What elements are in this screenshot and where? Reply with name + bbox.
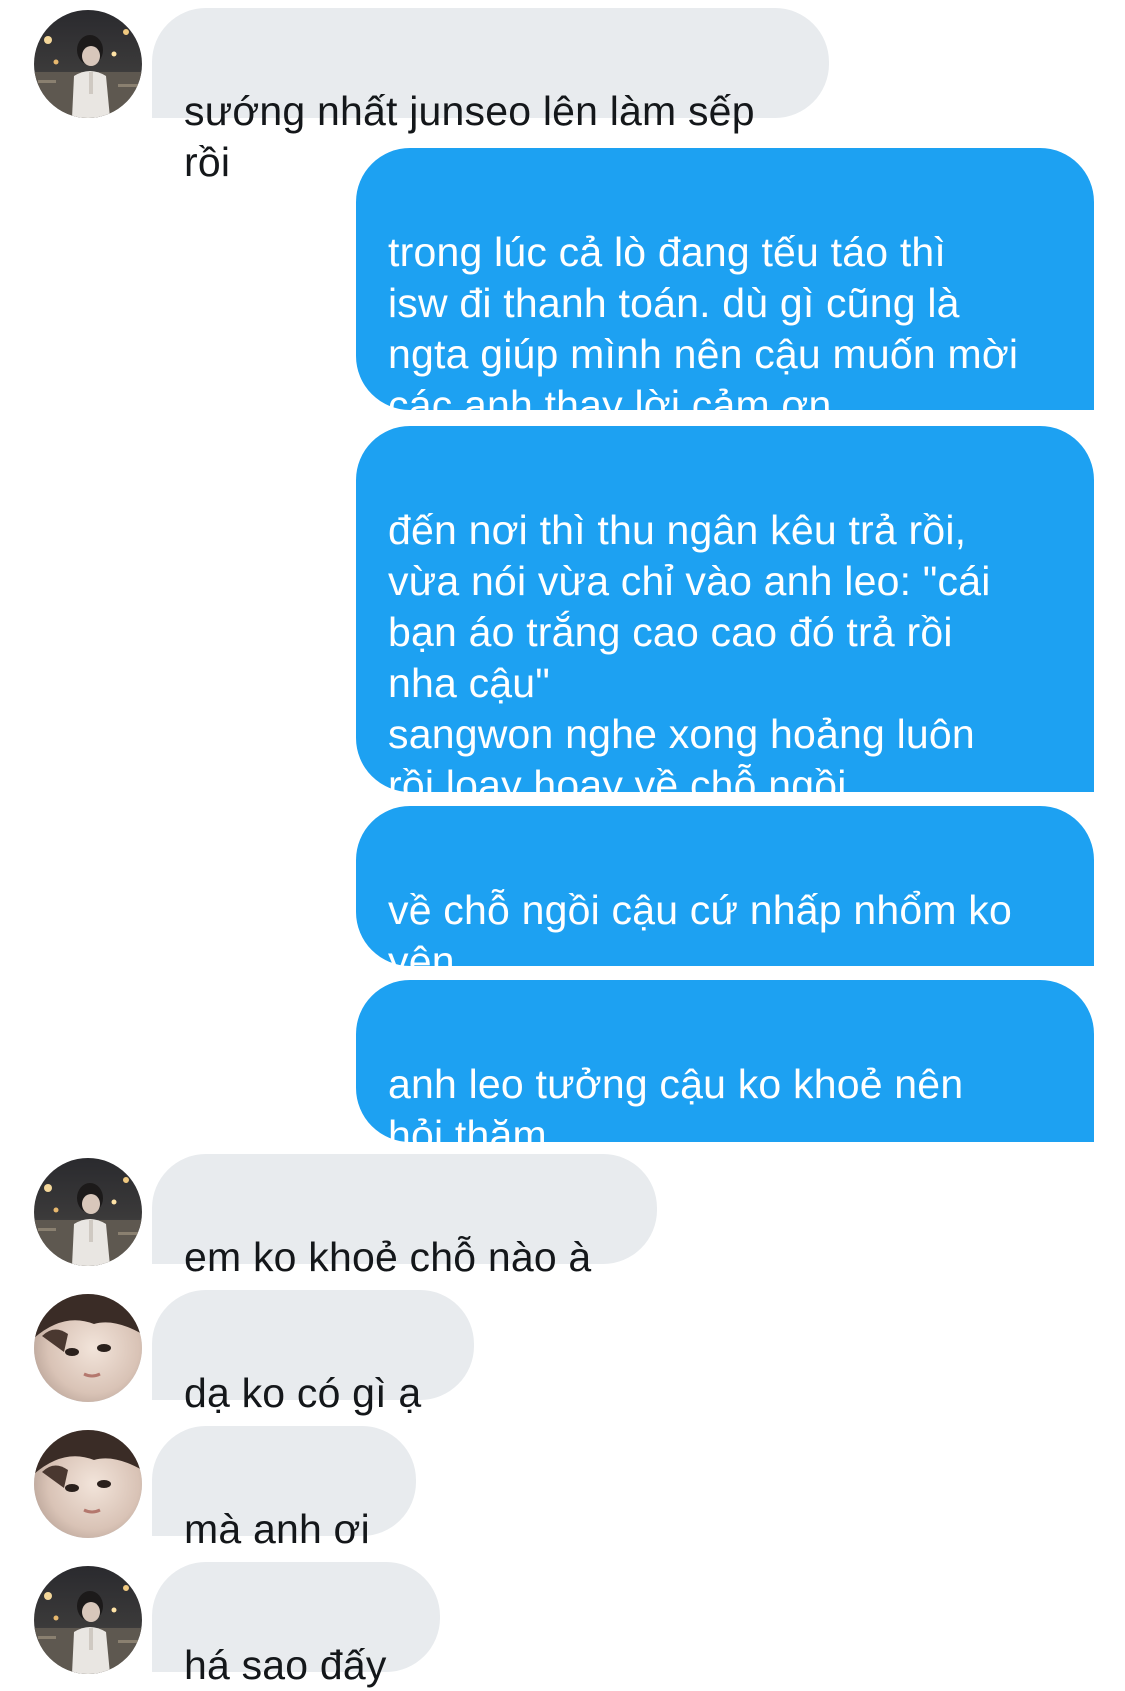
incoming-message-bubble[interactable]: sướng nhất junseo lên làm sếp rồi (152, 8, 829, 185)
outgoing-message-bubble[interactable]: đến nơi thì thu ngân kêu trả rồi, vừa nó… (356, 426, 1094, 808)
conversation-thread: sướng nhất junseo lên làm sếp rồi trong … (0, 0, 1125, 1688)
avatar-photo-icon[interactable] (34, 10, 142, 118)
message-text: em ko khoẻ chỗ nào à (184, 1234, 592, 1280)
message-text: mà anh ơi (184, 1506, 370, 1552)
message-text: dạ ko có gì ạ (184, 1370, 422, 1416)
message-text: anh leo tưởng cậu ko khoẻ nên hỏi thăm (388, 1061, 964, 1158)
outgoing-message-bubble[interactable]: trong lúc cả lò đang tếu táo thì isw đi … (356, 148, 1094, 428)
message-text: há sao đấy (184, 1642, 387, 1688)
avatar-photo-icon[interactable] (34, 1566, 142, 1674)
avatar-photo-icon[interactable] (34, 1294, 142, 1402)
avatar-photo-icon[interactable] (34, 1430, 142, 1538)
incoming-message-bubble[interactable]: mà anh ơi (152, 1426, 416, 1552)
avatar-photo-icon[interactable] (34, 1158, 142, 1266)
message-text: đến nơi thì thu ngân kêu trả rồi, vừa nó… (388, 507, 991, 808)
message-text: trong lúc cả lò đang tếu táo thì isw đi … (388, 229, 1019, 428)
incoming-message-bubble[interactable]: há sao đấy (152, 1562, 440, 1688)
outgoing-message-bubble[interactable]: về chỗ ngồi cậu cứ nhấp nhổm ko yên (356, 806, 1094, 984)
outgoing-message-bubble[interactable]: anh leo tưởng cậu ko khoẻ nên hỏi thăm (356, 980, 1094, 1158)
incoming-message-bubble[interactable]: dạ ko có gì ạ (152, 1290, 474, 1416)
message-text: về chỗ ngồi cậu cứ nhấp nhổm ko yên (388, 887, 1012, 984)
incoming-message-bubble[interactable]: em ko khoẻ chỗ nào à (152, 1154, 657, 1280)
